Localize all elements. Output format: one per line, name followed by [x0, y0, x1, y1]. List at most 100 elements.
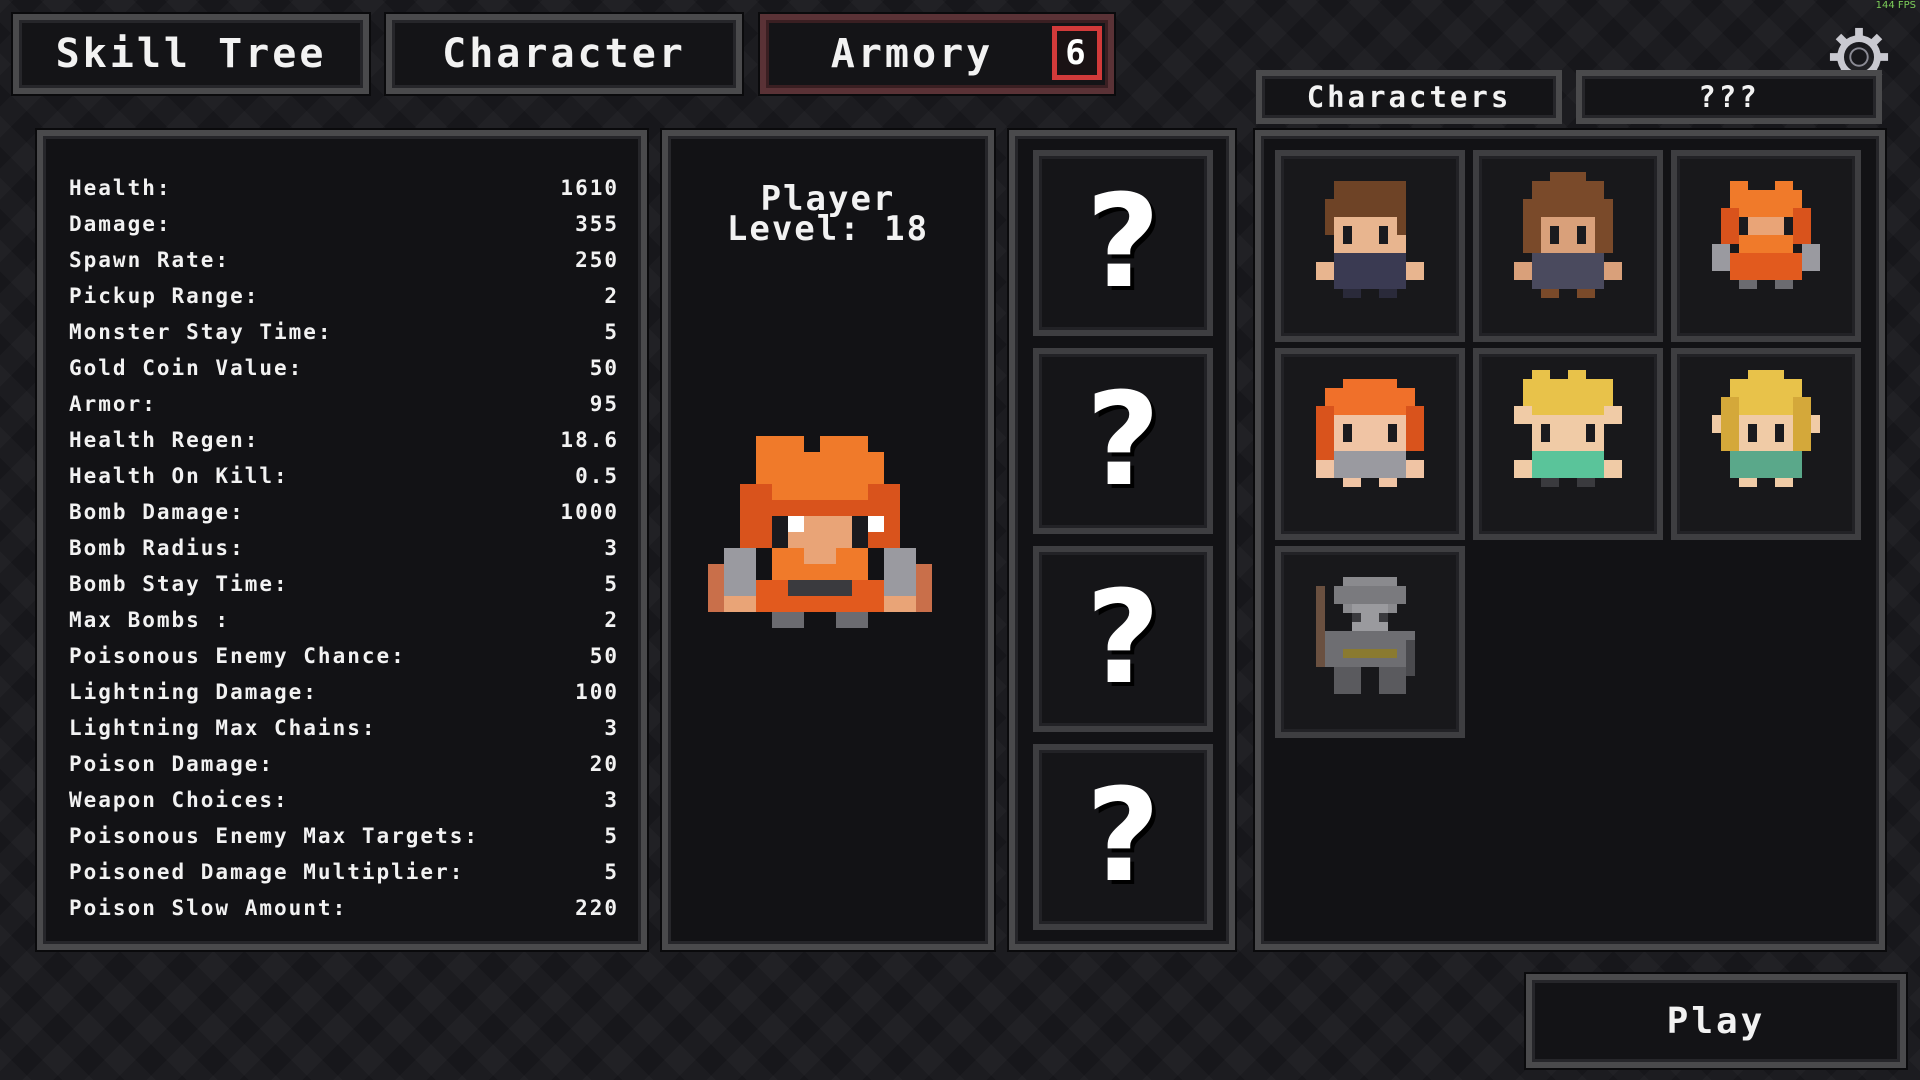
- tab-armory-label: Armory: [830, 31, 994, 77]
- question-icon: ?: [1085, 168, 1161, 317]
- mystery-slots-panel: ? ? ? ?: [1009, 130, 1235, 950]
- stat-label: Health On Kill:: [69, 464, 289, 488]
- stat-value: 5: [604, 320, 619, 344]
- stat-value: 1610: [560, 176, 619, 200]
- mystery-slot[interactable]: ?: [1033, 348, 1213, 534]
- stat-value: 50: [589, 644, 619, 668]
- stat-row: Lightning Max Chains: 3: [69, 710, 619, 746]
- mystery-slot[interactable]: ?: [1033, 546, 1213, 732]
- stat-value: 20: [589, 752, 619, 776]
- stat-value: 1000: [560, 500, 619, 524]
- tab-armory[interactable]: Armory 6: [760, 14, 1114, 94]
- stat-row: Poisonous Enemy Chance: 50: [69, 638, 619, 674]
- stat-value: 250: [575, 248, 619, 272]
- character-slot-brown-haired-boy[interactable]: [1275, 150, 1465, 342]
- stat-value: 100: [575, 680, 619, 704]
- player-level: Level: 18: [726, 209, 930, 249]
- tab-unknown-label: ???: [1698, 80, 1760, 114]
- stat-label: Poison Damage:: [69, 752, 275, 776]
- stat-row: Health Regen: 18.6: [69, 422, 619, 458]
- stat-value: 0.5: [575, 464, 619, 488]
- character-select-panel: [1255, 130, 1885, 950]
- stat-value: 3: [604, 536, 619, 560]
- stat-row: Spawn Rate: 250: [69, 242, 619, 278]
- stat-row: Monster Stay Time: 5: [69, 314, 619, 350]
- player-sprite: [708, 436, 932, 628]
- play-button[interactable]: Play: [1526, 974, 1906, 1068]
- tab-skill-tree[interactable]: Skill Tree: [13, 14, 369, 94]
- character-slot-blonde-elf-boy[interactable]: [1473, 348, 1663, 540]
- play-button-label: Play: [1666, 1000, 1766, 1042]
- tab-characters-label: Characters: [1306, 80, 1512, 114]
- tab-character[interactable]: Character: [386, 14, 742, 94]
- stat-value: 355: [575, 212, 619, 236]
- stat-label: Bomb Radius:: [69, 536, 245, 560]
- stat-label: Poisoned Damage Multiplier:: [69, 860, 465, 884]
- armory-count-badge: 6: [1052, 26, 1102, 80]
- stat-label: Bomb Stay Time:: [69, 572, 289, 596]
- stat-value: 2: [604, 284, 619, 308]
- character-slot-orange-haired-warrior[interactable]: [1671, 150, 1861, 342]
- stat-row: Weapon Choices: 3: [69, 782, 619, 818]
- stat-label: Poisonous Enemy Max Targets:: [69, 824, 480, 848]
- stat-row: Damage: 355: [69, 206, 619, 242]
- player-level-title: Player Level: 18: [668, 182, 988, 249]
- stat-row: Poison Damage: 20: [69, 746, 619, 782]
- character-slot-orange-haired-girl[interactable]: [1275, 348, 1465, 540]
- stat-row: Max Bombs : 2: [69, 602, 619, 638]
- character-sprite-icon: [1712, 181, 1820, 289]
- stat-row: Poisonous Enemy Max Targets: 5: [69, 818, 619, 854]
- stat-row: Poisoned Damage Multiplier: 5: [69, 854, 619, 890]
- stat-value: 3: [604, 716, 619, 740]
- stat-label: Max Bombs :: [69, 608, 231, 632]
- character-slot-brown-haired-girl[interactable]: [1473, 150, 1663, 342]
- stat-row: Health: 1610: [69, 170, 619, 206]
- stat-value: 18.6: [560, 428, 619, 452]
- character-sprite-icon: [1514, 172, 1622, 298]
- stat-row: Gold Coin Value: 50: [69, 350, 619, 386]
- stat-label: Bomb Damage:: [69, 500, 245, 524]
- stat-label: Health Regen:: [69, 428, 260, 452]
- stat-label: Lightning Max Chains:: [69, 716, 377, 740]
- stat-value: 5: [604, 860, 619, 884]
- stat-label: Gold Coin Value:: [69, 356, 304, 380]
- character-slot-locked-gray-knight[interactable]: [1275, 546, 1465, 738]
- mystery-slot[interactable]: ?: [1033, 150, 1213, 336]
- stat-value: 95: [589, 392, 619, 416]
- character-sprite-icon: [1316, 379, 1424, 487]
- mystery-slot[interactable]: ?: [1033, 744, 1213, 930]
- stat-label: Poisonous Enemy Chance:: [69, 644, 406, 668]
- character-slot-blonde-elf-girl[interactable]: [1671, 348, 1861, 540]
- character-sprite-icon: [1514, 370, 1622, 487]
- character-sprite-icon: [1316, 577, 1415, 694]
- question-icon: ?: [1085, 366, 1161, 515]
- stat-label: Spawn Rate:: [69, 248, 231, 272]
- stat-label: Health:: [69, 176, 172, 200]
- stat-value: 50: [589, 356, 619, 380]
- stat-row: Bomb Radius: 3: [69, 530, 619, 566]
- stat-row: Lightning Damage: 100: [69, 674, 619, 710]
- stat-label: Damage:: [69, 212, 172, 236]
- question-icon: ?: [1085, 564, 1161, 713]
- stat-label: Poison Slow Amount:: [69, 896, 348, 920]
- tab-unknown[interactable]: ???: [1576, 70, 1882, 124]
- stats-panel: Health: 1610 Damage: 355 Spawn Rate: 250 Picku…: [37, 130, 647, 950]
- character-sprite-icon: [1316, 181, 1424, 298]
- tab-skill-tree-label: Skill Tree: [55, 31, 327, 77]
- question-icon: ?: [1085, 762, 1161, 911]
- stat-row: Health On Kill: 0.5: [69, 458, 619, 494]
- stat-label: Pickup Range:: [69, 284, 260, 308]
- tab-character-label: Character: [442, 31, 686, 77]
- stat-label: Armor:: [69, 392, 157, 416]
- fps-counter: 144 FPS: [1875, 0, 1916, 11]
- character-sprite-icon: [1712, 370, 1820, 487]
- stat-row: Poison Slow Amount: 220: [69, 890, 619, 926]
- stat-row: Bomb Damage: 1000: [69, 494, 619, 530]
- tab-characters[interactable]: Characters: [1256, 70, 1562, 124]
- stat-value: 2: [604, 608, 619, 632]
- stat-label: Weapon Choices:: [69, 788, 289, 812]
- stat-value: 5: [604, 572, 619, 596]
- stat-label: Lightning Damage:: [69, 680, 318, 704]
- player-panel: Player Level: 18: [662, 130, 994, 950]
- stat-label: Monster Stay Time:: [69, 320, 333, 344]
